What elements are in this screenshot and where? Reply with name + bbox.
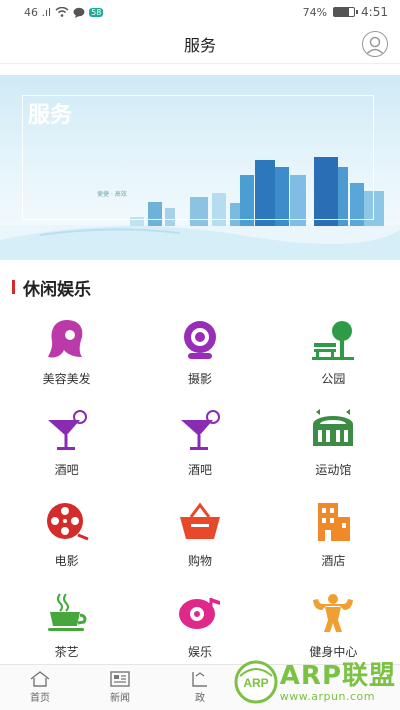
banner-frame [22,95,374,220]
tab-label: 首页 [30,693,50,704]
gov-icon [192,672,207,687]
film-reel-icon [43,498,91,546]
arp-badge-text: ARP [243,676,268,690]
arp-logo-icon: ARP [234,660,278,704]
camera-icon [176,316,224,364]
watermark-main: ARP联盟 [279,660,396,691]
section-header: 休闲娱乐 [0,270,400,304]
service-bar-2[interactable]: 酒吧 [133,401,266,492]
tab-gov[interactable]: 政 [160,665,240,710]
watermark-url: www.arpun.com [279,689,375,703]
status-right: 74% 4:51 [303,5,388,19]
service-label: 茶艺 [54,645,79,659]
user-profile-icon[interactable] [362,31,388,57]
clock: 4:51 [361,5,388,19]
fitness-icon [309,589,357,637]
home-icon [30,671,50,687]
service-label: 购物 [187,554,212,568]
watermark-text: ARP联盟 www.arpun.com [280,662,396,703]
status-left: 46 .ıl 58 [24,5,104,19]
cocktail-icon [43,407,91,455]
banner-title: 服务 [28,102,73,128]
service-shopping[interactable]: 购物 [133,492,266,583]
hotel-icon [309,498,357,546]
tea-cup-icon [43,589,91,637]
battery-fill [334,8,349,16]
service-bar-1[interactable]: 酒吧 [0,401,133,492]
banner-subtitle: 便捷 · 高效 [97,191,127,198]
stadium-icon [309,407,357,455]
music-disc-icon [176,589,224,637]
service-label: 酒店 [321,554,346,568]
service-stadium[interactable]: 运动馆 [267,401,400,492]
battery-percent: 74% [302,5,328,19]
park-icon [309,316,357,364]
wifi-icon [55,7,69,17]
service-label: 娱乐 [187,645,212,659]
service-label: 公园 [321,372,346,386]
service-photography[interactable]: 摄影 [133,310,266,401]
signal-indicator: 46 .ıl [24,5,52,19]
section-accent-bar [12,280,15,294]
cocktail-icon [176,407,224,455]
service-label: 酒吧 [187,463,212,477]
service-label: 摄影 [187,372,212,386]
service-park[interactable]: 公园 [267,310,400,401]
service-label: 酒吧 [54,463,79,477]
tab-news[interactable]: 新闻 [80,665,160,710]
title-bar: 服务 [0,24,400,64]
app-notification-icon: 58 [89,7,104,17]
service-label: 电影 [54,554,79,568]
service-label: 美容美发 [42,372,91,386]
section-title: 休闲娱乐 [23,279,91,300]
page-title: 服务 [183,35,216,55]
service-hair-salon[interactable]: 美容美发 [0,310,133,401]
battery-icon [333,7,359,17]
service-cinema[interactable]: 电影 [0,492,133,583]
tab-label: 政 [195,693,205,704]
status-bar: 46 .ıl 58 74% 4:51 [0,0,400,24]
service-banner[interactable]: 服务 便捷 · 高效 [0,75,400,260]
tab-label: 新闻 [110,693,130,704]
news-icon [110,671,130,687]
service-hotel[interactable]: 酒店 [267,492,400,583]
hair-salon-icon [43,316,91,364]
chat-notification-icon [73,7,85,18]
service-grid: 美容美发 摄影 公园 酒吧 酒吧 运动馆 电影 购物 酒店 茶艺 娱乐 健身中心 [0,310,400,674]
service-label: 运动馆 [315,463,352,477]
service-tea[interactable]: 茶艺 [0,583,133,674]
tab-home[interactable]: 首页 [0,665,80,710]
shopping-basket-icon [176,498,224,546]
arp-watermark: ARP ARP联盟 www.arpun.com [232,658,396,706]
